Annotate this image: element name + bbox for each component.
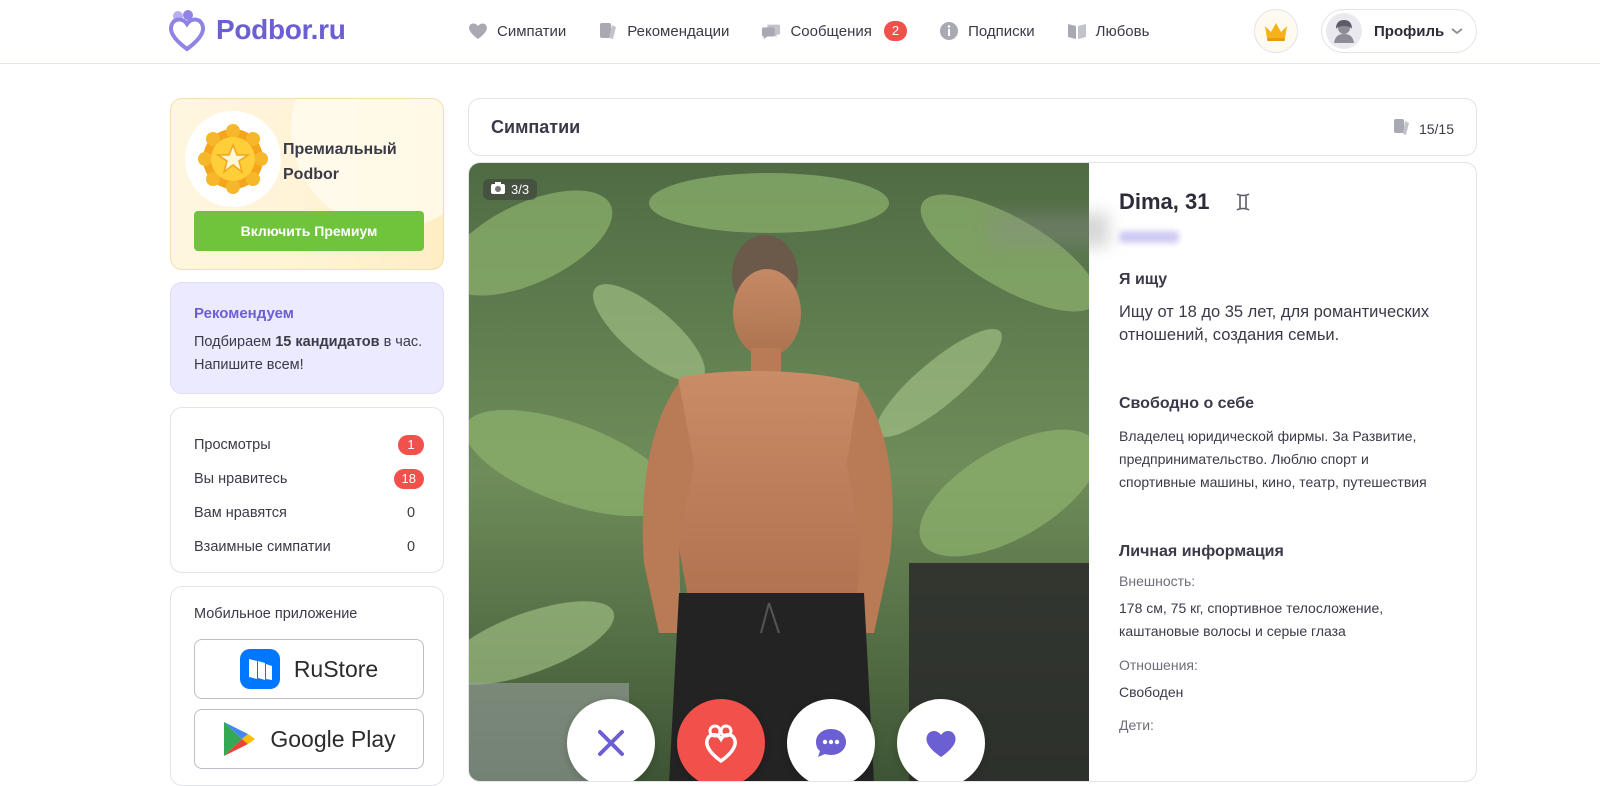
looking-title: Я ищу: [1119, 271, 1168, 288]
stat-label: Взаимные симпатии: [194, 539, 331, 555]
avatar: [1326, 13, 1362, 49]
page-title: Симпатии: [491, 117, 581, 137]
message-button[interactable]: [787, 699, 875, 781]
photo-counter: 3/3: [511, 182, 530, 197]
nav-label: Подписки: [968, 22, 1035, 40]
photo-counter-badge: 3/3: [483, 179, 538, 200]
appearance-value: 178 см, 75 кг, спортивное телосложение, …: [1119, 600, 1384, 639]
mobile-app-card: Мобильное приложение RuStore Google Play: [170, 586, 444, 786]
main-nav: Симпатии Рекомендации Сообщения 2 Подпис…: [468, 18, 1181, 44]
blurred-city: [1119, 231, 1179, 243]
google-play-icon: [224, 722, 256, 756]
looking-text: Ищу от 18 до 35 лет, для романтических о…: [1119, 303, 1430, 344]
stat-badge: 1: [398, 435, 424, 455]
profile-menu-button[interactable]: Профиль: [1321, 9, 1477, 53]
rustore-icon: [239, 649, 280, 689]
name-row: Dima, 31: [1119, 189, 1252, 215]
counter-value: 15/15: [1418, 120, 1454, 137]
profile-card: 3/3 Dima, 31 Я ищу Ищу от 18 до 35 лет, …: [468, 162, 1477, 782]
nav-item-messages[interactable]: Сообщения 2: [761, 18, 908, 44]
profile-name: Dima, 31: [1119, 189, 1210, 214]
nav-label: Любовь: [1095, 22, 1150, 40]
top-header: Podbor.ru Симпатии Рекомендации Сообщени…: [0, 0, 1600, 64]
stat-value: 0: [406, 505, 416, 521]
profile-photo[interactable]: 3/3: [469, 163, 1089, 781]
photo-illustration: [469, 163, 1089, 781]
star-medal-icon: [198, 124, 268, 194]
appearance-label: Внешность:: [1119, 573, 1196, 589]
nav-item-subscriptions[interactable]: Подписки: [939, 18, 1035, 44]
chevron-down-icon: [1451, 28, 1463, 35]
rustore-button[interactable]: RuStore: [194, 639, 424, 699]
info-icon: [939, 21, 959, 41]
stat-label: Просмотры: [194, 437, 271, 453]
about-title: Свободно о себе: [1119, 395, 1255, 412]
cards-icon: [1393, 118, 1411, 139]
relations-label: Отношения:: [1119, 657, 1198, 673]
recommend-text-bold: 15 кандидатов: [275, 334, 380, 350]
recommend-card: Рекомендуем Подбираем 15 кандидатов в ча…: [170, 282, 444, 394]
nav-item-love[interactable]: Любовь: [1067, 18, 1150, 44]
premium-title: Премиальный Podbor: [283, 141, 397, 183]
profile-label: Профиль: [1374, 22, 1445, 40]
recommend-text-part: Подбираем: [194, 334, 276, 350]
personal-title: Личная информация: [1119, 543, 1284, 560]
stats-card: Просмотры 1 Вы нравитесь 18 Вам нравятся…: [170, 407, 444, 573]
store-label: RuStore: [293, 655, 379, 682]
logo-text: Podbor.ru: [216, 14, 346, 45]
premium-medal: [185, 111, 281, 207]
nav-label: Симпатии: [497, 22, 567, 40]
blurred-region: [989, 213, 1109, 247]
stat-badge: 18: [393, 469, 424, 489]
likes-header-card: Симпатии 15/15: [468, 98, 1477, 156]
store-label: Google Play: [270, 725, 396, 752]
book-icon: [1067, 21, 1087, 41]
relations-value: Свободен: [1119, 684, 1184, 700]
heart-match-icon: [705, 724, 737, 764]
about-text: Владелец юридической фирмы. За Развитие,…: [1119, 428, 1427, 490]
user-avatar-icon: [1334, 20, 1354, 43]
crown-icon: [1265, 23, 1287, 41]
match-button[interactable]: [677, 699, 765, 781]
stat-value: 0: [406, 539, 416, 555]
stat-label: Вам нравятся: [194, 505, 287, 521]
stat-you-liked-by[interactable]: Вы нравитесь 18: [194, 467, 424, 491]
recommend-title: Рекомендуем: [194, 305, 294, 322]
close-icon: [598, 730, 624, 756]
camera-icon: [491, 182, 505, 197]
chat-icon: [761, 21, 781, 41]
nav-label: Рекомендации: [627, 22, 730, 40]
nav-item-likes[interactable]: Симпатии: [468, 18, 566, 44]
logo[interactable]: Podbor.ru: [166, 8, 346, 52]
recommend-text: Подбираем 15 кандидатов в час. Напишите …: [194, 331, 430, 377]
messages-badge: 2: [883, 21, 908, 41]
stat-views[interactable]: Просмотры 1: [194, 433, 424, 457]
stat-you-like[interactable]: Вам нравятся 0: [194, 501, 424, 525]
premium-crown-button[interactable]: [1254, 9, 1298, 53]
chat-bubble-icon: [816, 729, 846, 757]
stat-label: Вы нравитесь: [194, 471, 288, 487]
premium-card: Премиальный Podbor Включить Премиум: [170, 98, 444, 270]
nav-item-recommendations[interactable]: Рекомендации: [598, 18, 729, 44]
google-play-button[interactable]: Google Play: [194, 709, 424, 769]
dislike-button[interactable]: [567, 699, 655, 781]
like-button[interactable]: [897, 699, 985, 781]
nav-label: Сообщения: [790, 22, 872, 40]
zodiac-icon: [1236, 193, 1249, 211]
logo-heart-icon: [168, 10, 206, 52]
stat-mutual[interactable]: Взаимные симпатии 0: [194, 535, 424, 559]
heart-icon: [926, 730, 956, 757]
enable-premium-button[interactable]: Включить Премиум: [194, 211, 424, 251]
cards-icon: [598, 21, 618, 41]
likes-counter: 15/15: [1393, 118, 1454, 139]
kids-label: Дети:: [1119, 717, 1154, 733]
heart-icon: [468, 21, 488, 41]
mobile-app-title: Мобильное приложение: [194, 606, 358, 622]
